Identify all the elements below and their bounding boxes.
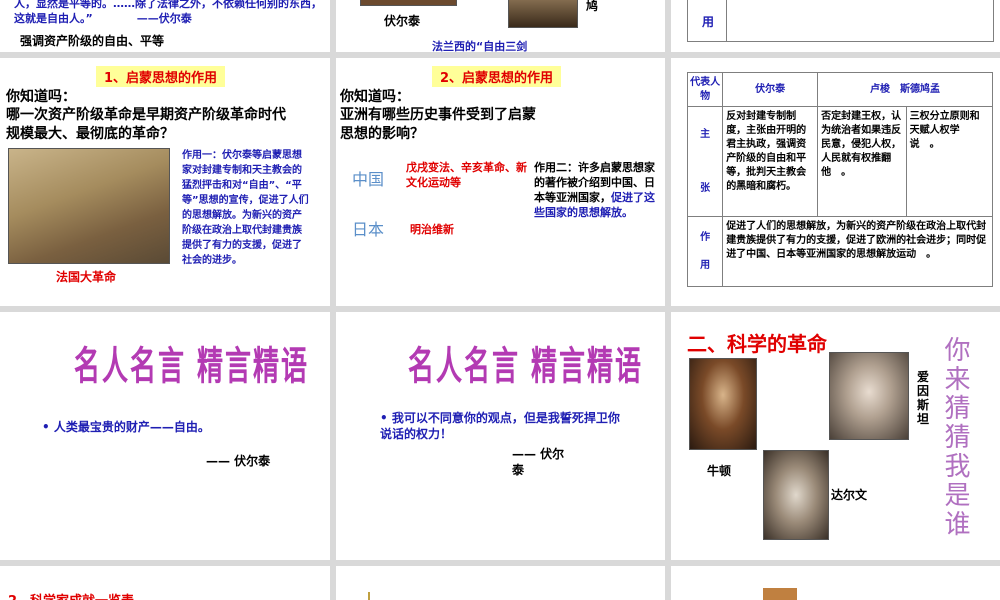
bullet-quote: • 我可以不同意你的观点，但是我誓死捍卫你说话的权力！ — [380, 411, 620, 441]
partial-image — [763, 588, 797, 600]
portrait-montesquieu-image — [508, 0, 578, 28]
header-voltaire: 伏尔泰 — [722, 72, 819, 107]
header-rousseau: 卢梭 斯德鸠孟 — [817, 72, 993, 107]
table-cell-yong: 用 — [702, 15, 715, 29]
did-you-know: 你知道吗： — [6, 89, 76, 105]
rousseau-claim: 否定封建王权，认为统治者如果违反民意，侵犯人权，人民就有权推翻他 。 — [817, 106, 907, 217]
question-text: 亚洲有哪些历史事件受到了启蒙思想的影响？ — [340, 107, 536, 142]
label-japan: 日本 — [352, 220, 385, 239]
effect-cell: 促进了人们的思想解放，为新兴的资产阶级在政治上取代封建贵族提供了有力的支援，促进… — [722, 216, 993, 287]
montesquieu-claim: 三权分立原则和天赋人权学说 。 — [905, 106, 994, 217]
slide-1[interactable]: 人，显然是平等的。……除了法律之外，不依赖任何别的东西，这就是自由人。” ——伏… — [0, 0, 330, 52]
japan-events: 明治维新 — [410, 223, 454, 236]
row-label-effect: 作 用 — [686, 216, 724, 287]
section-title: 2、启蒙思想的作用 — [432, 66, 562, 87]
slide-2[interactable]: 伏尔泰 鸠 法兰西的“自由三剑 — [336, 0, 665, 52]
slide-9[interactable]: 二、科学的革命 牛顿 爱因斯坦 达尔文 你来猜猜我是谁 — [671, 312, 1000, 560]
label-zuo: 作 — [700, 231, 711, 243]
wordart-title: 名人名言 精言精语 — [408, 345, 644, 390]
effect-two-text: 作用二：许多启蒙思想家的著作被介绍到中国、日本等亚洲国家，促进了这些国家的思想解… — [534, 160, 656, 220]
question-text: 哪一次资产阶级革命是早期资产阶级革命时代规模最大、最彻底的革命？ — [6, 107, 286, 142]
label-china: 中国 — [352, 170, 385, 189]
bullet-quote: • 人类最宝贵的财产——自由。 — [42, 420, 210, 434]
slide-3[interactable]: 用 — [671, 0, 1000, 52]
note-text: 强调资产阶级的自由、平等 — [20, 34, 165, 48]
slide-8[interactable]: 名人名言 精言精语 • 我可以不同意你的观点，但是我誓死捍卫你说话的权力！ ——… — [336, 312, 665, 560]
slide-6[interactable]: 代表人物 伏尔泰 卢梭 斯德鸠孟 主 张 反对封建专制制度，主张由开明的君主执政… — [671, 58, 1000, 306]
voltaire-claim: 反对封建专制制度，主张由开明的君主执政，强调资产阶级的自由和平等，批判天主教会的… — [722, 106, 819, 217]
did-you-know: 你知道吗： — [340, 89, 410, 105]
thinkers-table: 代表人物 伏尔泰 卢梭 斯德鸠孟 主 张 反对封建专制制度，主张由开明的君主执政… — [686, 72, 994, 287]
quote-text: 人，显然是平等的。……除了法律之外，不依赖任何别的东西，这就是自由人。” ——伏… — [14, 0, 322, 25]
partial-graphic — [368, 592, 370, 600]
header-rousseau-text: 卢梭 斯德 — [870, 83, 921, 95]
row-label-claims: 主 张 — [686, 106, 724, 217]
image-caption: 法国大革命 — [56, 270, 117, 284]
section-title: 二、科学的革命 — [687, 332, 827, 356]
name-voltaire: 伏尔泰 — [384, 14, 421, 28]
label-yong: 用 — [700, 259, 711, 271]
slide-10[interactable]: 2、科学家成就一览表 — [0, 566, 330, 600]
name-einstein: 爱因斯坦 — [917, 370, 930, 426]
vertical-guess-text: 你来猜猜我是谁 — [940, 336, 970, 539]
label-zhu: 主 — [700, 128, 711, 140]
slide-11[interactable] — [336, 566, 665, 600]
slide-5[interactable]: 2、启蒙思想的作用 你知道吗： 亚洲有哪些历史事件受到了启蒙思想的影响？ 中国 … — [336, 58, 665, 306]
name-partial: 鸠 — [586, 0, 599, 13]
portrait-darwin-image — [763, 450, 829, 540]
slide-7[interactable]: 名人名言 精言精语 • 人类最宝贵的财产——自由。 —— 伏尔泰 — [0, 312, 330, 560]
name-newton: 牛顿 — [707, 464, 732, 478]
effect-one-text: 作用一：伏尔泰等启蒙思想家对封建专制和天主教会的猛烈抨击和对“自由”、“平等”思… — [182, 150, 309, 266]
wordart-title: 名人名言 精言精语 — [74, 345, 310, 390]
slide-4[interactable]: 1、启蒙思想的作用 你知道吗： 哪一次资产阶级革命是早期资产阶级革命时代规模最大… — [0, 58, 330, 306]
name-darwin: 达尔文 — [831, 488, 868, 502]
china-events: 戊戌变法、辛亥革命、新文化运动等 — [406, 161, 527, 189]
portrait-einstein-image — [829, 352, 909, 440]
quote-author: —— 伏尔泰 — [206, 454, 271, 468]
quote-author: —— 伏尔泰 — [512, 447, 565, 477]
header-representative: 代表人物 — [686, 72, 724, 107]
section-title: 2、科学家成就一览表 — [8, 590, 134, 600]
quote-text: 我可以不同意你的观点，但是我誓死捍卫你说话的权力！ — [380, 411, 620, 441]
slide-12[interactable] — [671, 566, 1000, 600]
quote-text: 人类最宝贵的财产——自由。 — [53, 420, 210, 434]
section-title: 1、启蒙思想的作用 — [96, 66, 226, 87]
portrait-voltaire-image — [360, 0, 457, 6]
caption-three-swords: 法兰西的“自由三剑 — [432, 40, 528, 52]
french-revolution-image — [8, 148, 170, 264]
label-zhang: 张 — [700, 182, 711, 194]
header-montesquieu-text: 鸠孟 — [920, 83, 941, 95]
portrait-newton-image — [689, 358, 757, 450]
